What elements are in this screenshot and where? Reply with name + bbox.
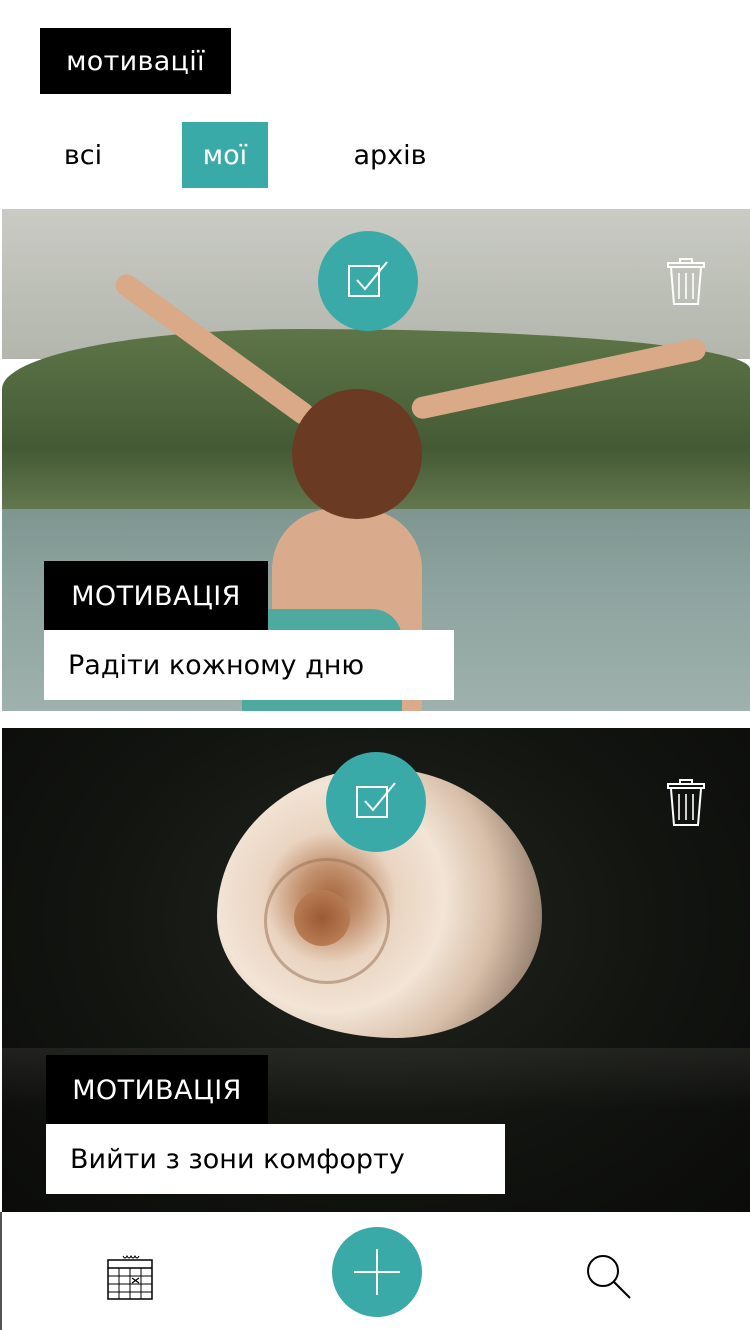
motivation-card[interactable]: МОТИВАЦІЯ Вийти з зони комфорту [2,728,750,1212]
plus-icon [354,1249,400,1295]
delete-button[interactable] [666,257,706,307]
calendar-button[interactable] [107,1254,155,1300]
card-badge: МОТИВАЦІЯ [46,1055,268,1125]
checkbox-icon [356,782,396,818]
complete-button[interactable] [318,231,418,331]
bottom-nav [0,1212,750,1330]
trash-icon [667,258,705,305]
calendar-icon [107,1254,153,1300]
delete-button[interactable] [666,778,706,828]
motivation-card[interactable]: МОТИВАЦІЯ Радіти кожному дню [2,209,750,711]
add-button[interactable] [332,1227,422,1317]
card-caption: Вийти з зони комфорту [46,1124,505,1194]
tab-mine[interactable]: мої [182,122,268,188]
checkbox-icon [348,261,388,297]
card-caption: Радіти кожному дню [44,630,454,700]
tab-archive[interactable]: архів [340,122,440,188]
search-button[interactable] [584,1252,632,1300]
search-icon [587,1255,631,1299]
card-badge: МОТИВАЦІЯ [44,561,268,631]
tab-all[interactable]: всі [40,122,126,188]
page-title: мотивації [40,28,231,94]
complete-button[interactable] [326,752,426,852]
trash-icon [667,779,705,826]
